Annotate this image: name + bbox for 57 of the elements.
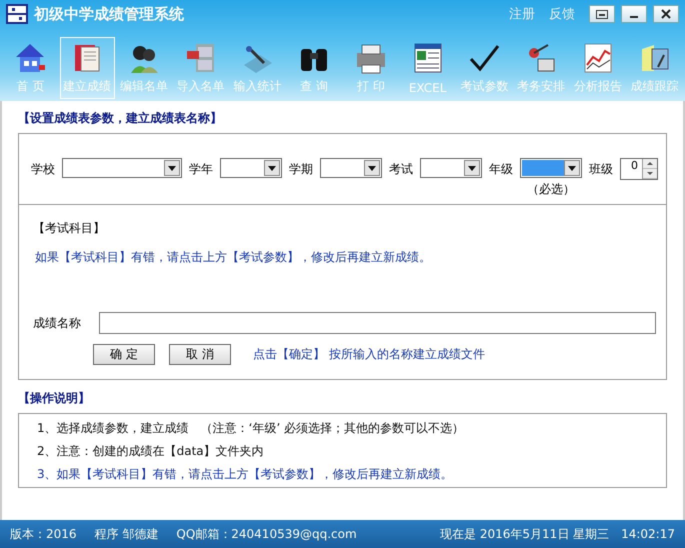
toolbar-button[interactable]: 查 询 (286, 36, 342, 98)
caret-icon (568, 166, 576, 170)
field-label: 学期 (289, 161, 313, 178)
toolbar-button[interactable]: 分析报告 (570, 36, 626, 98)
logo-icon (6, 4, 28, 24)
window-icon (596, 10, 608, 18)
toolbar-button[interactable]: 导入名单 (173, 36, 228, 98)
header-link[interactable]: 注册 (509, 5, 535, 23)
spinner-field[interactable]: 0 (620, 158, 658, 180)
field-label: 成绩名称 (33, 315, 81, 332)
field-label: 年级 (489, 161, 513, 178)
instruction-line: 3、如果【考试科目】有错，请点击上方【考试参数】，修改后再建立新成绩。 (37, 466, 454, 483)
toolbar-button[interactable]: 编辑名单 (116, 36, 172, 98)
up-arrow-icon (647, 162, 653, 165)
confirm-button[interactable]: 确 定 (93, 344, 155, 365)
subjects-heading: 【考试科目】 (33, 220, 106, 237)
name-input[interactable] (99, 312, 656, 334)
dropdown[interactable] (62, 158, 182, 178)
section-heading: 【操作说明】 (18, 390, 91, 407)
caret-icon (168, 166, 176, 170)
down-arrow-icon (647, 172, 653, 175)
toolbar-button[interactable]: 首 页 (3, 36, 58, 98)
status-text: QQ邮箱：240410539@qq.com (176, 526, 357, 542)
instruction-line: 1、选择成绩参数，建立成绩 （注意：‘年级’ 必须选择；其他的参数可以不选） (37, 420, 466, 437)
field-label: 考试 (389, 161, 413, 178)
toolbar-button[interactable]: 成绩跟踪 (627, 36, 682, 98)
field-label: 学年 (189, 161, 213, 178)
close-icon (661, 9, 671, 19)
toolbar-button[interactable]: 考务安排 (514, 36, 568, 98)
status-text: 程序 邹德建 (94, 526, 158, 542)
caret-icon (268, 166, 276, 170)
dropdown[interactable] (420, 158, 482, 178)
status-text: 现在是 2016年5月11日 星期三 14:02:17 (440, 526, 675, 542)
caret-icon (368, 166, 376, 170)
toolbar-button[interactable]: 建立成绩 (60, 36, 114, 98)
header-link[interactable]: 反馈 (549, 5, 575, 23)
caret-icon (468, 166, 476, 170)
subjects-note: 如果【考试科目】有错，请点击上方【考试参数】，修改后再建立新成绩。 (35, 249, 432, 266)
close-button[interactable] (653, 5, 679, 23)
minimize-button[interactable] (621, 5, 647, 23)
window-title: 初级中学成绩管理系统 (34, 4, 185, 24)
field-label: 学校 (31, 161, 55, 178)
toolbar-button[interactable]: 输入统计 (230, 36, 285, 98)
instruction-line: 2、注意：创建的成绩在【data】文件夹内 (37, 443, 265, 460)
dropdown[interactable] (220, 158, 282, 178)
field-label: 班级 (589, 161, 613, 178)
toolbar-button[interactable]: 打 印 (344, 36, 398, 98)
toolbar-button[interactable]: EXCEL (400, 36, 455, 98)
required-note: （必选） (527, 181, 575, 198)
hint-text: 点击【确定】 按所输入的名称建立成绩文件 (253, 346, 485, 363)
section-heading: 【设置成绩表参数，建立成绩表名称】 (18, 110, 223, 127)
status-text: 版本：2016 (10, 526, 77, 542)
toolbar-button[interactable]: 考试参数 (457, 36, 512, 98)
cancel-button[interactable]: 取 消 (169, 344, 231, 365)
restore-button[interactable] (589, 5, 615, 23)
dropdown[interactable] (320, 158, 382, 178)
dropdown[interactable] (520, 158, 582, 178)
